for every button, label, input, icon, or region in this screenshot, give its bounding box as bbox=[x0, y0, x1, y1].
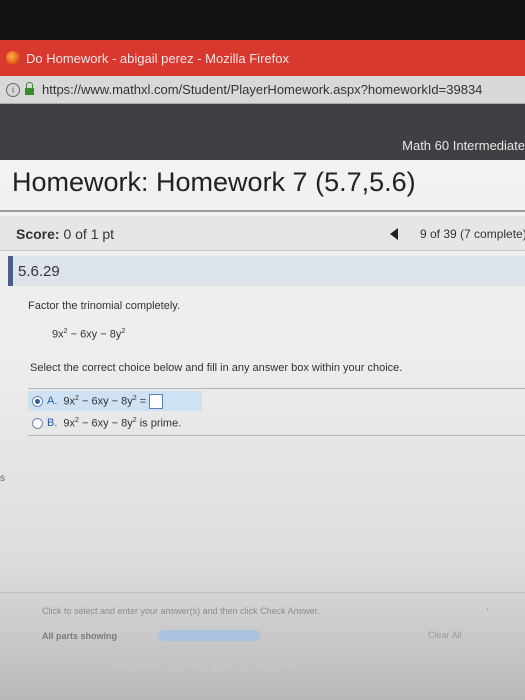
clear-all-button[interactable]: Clear All bbox=[428, 630, 462, 640]
course-header-bar: Math 60 Intermediate bbox=[0, 104, 525, 160]
trinomial-expression: 9x2 − 6xy − 8y2 bbox=[52, 328, 126, 341]
radio-icon[interactable] bbox=[32, 417, 43, 429]
prev-arrow-icon[interactable] bbox=[390, 228, 398, 240]
score-label: Score: bbox=[16, 226, 60, 242]
question-number: 5.6.29 bbox=[8, 256, 525, 286]
address-bar[interactable]: i https://www.mathxl.com/Student/PlayerH… bbox=[0, 76, 525, 104]
choice-b[interactable]: B. 9x2 − 6xy − 8y2 is prime. bbox=[28, 413, 181, 433]
score-value: 0 of 1 pt bbox=[63, 226, 115, 242]
choice-letter: A. bbox=[47, 395, 58, 407]
sidebar-edge-text: s bbox=[0, 473, 5, 484]
course-title[interactable]: Math 60 Intermediate bbox=[402, 138, 525, 153]
question-progress[interactable]: 9 of 39 (7 complete) bbox=[420, 227, 525, 241]
select-instruction: Select the correct choice below and fill… bbox=[30, 362, 403, 374]
score-bar: Score: 0 of 1 pt 9 of 39 (7 complete) bbox=[0, 216, 525, 251]
firefox-icon bbox=[6, 51, 20, 65]
parts-showing-label: All parts showing bbox=[42, 631, 118, 641]
lock-icon bbox=[25, 81, 34, 95]
choice-a[interactable]: A. 9x2 − 6xy − 8y2 = bbox=[28, 391, 202, 411]
homework-title: Homework: Homework 7 (5.7,5.6) bbox=[12, 167, 416, 197]
window-title-bar: Do Homework - abigail perez - Mozilla Fi… bbox=[0, 40, 525, 76]
photo-dark-area bbox=[0, 0, 525, 40]
title-divider bbox=[0, 210, 525, 212]
answer-input-box[interactable] bbox=[149, 393, 164, 409]
choice-b-expression: 9x2 − 6xy − 8y2 is prime. bbox=[63, 416, 182, 430]
footer-mark: · bbox=[486, 604, 490, 615]
radio-icon[interactable] bbox=[32, 395, 43, 407]
study-plan-link[interactable]: To see what to study next, go to your St… bbox=[100, 662, 305, 672]
url-text[interactable]: https://www.mathxl.com/Student/PlayerHom… bbox=[42, 82, 482, 97]
info-icon[interactable]: i bbox=[6, 82, 20, 97]
window-title: Do Homework - abigail perez - Mozilla Fi… bbox=[26, 50, 289, 66]
footer-divider bbox=[0, 592, 525, 593]
question-instruction: Factor the trinomial completely. bbox=[28, 300, 181, 312]
footer-instruction: Click to select and enter your answer(s)… bbox=[42, 606, 320, 616]
score: Score: 0 of 1 pt bbox=[16, 226, 114, 242]
homework-content: Homework: Homework 7 (5.7,5.6) Score: 0 … bbox=[0, 160, 525, 700]
choice-a-expression: 9x2 − 6xy − 8y2 = bbox=[63, 394, 147, 408]
choice-letter: B. bbox=[47, 417, 58, 429]
parts-progress-bar bbox=[158, 630, 260, 641]
answer-choices: A. 9x2 − 6xy − 8y2 = B. 9x2 − 6xy − 8y2 … bbox=[28, 388, 525, 436]
